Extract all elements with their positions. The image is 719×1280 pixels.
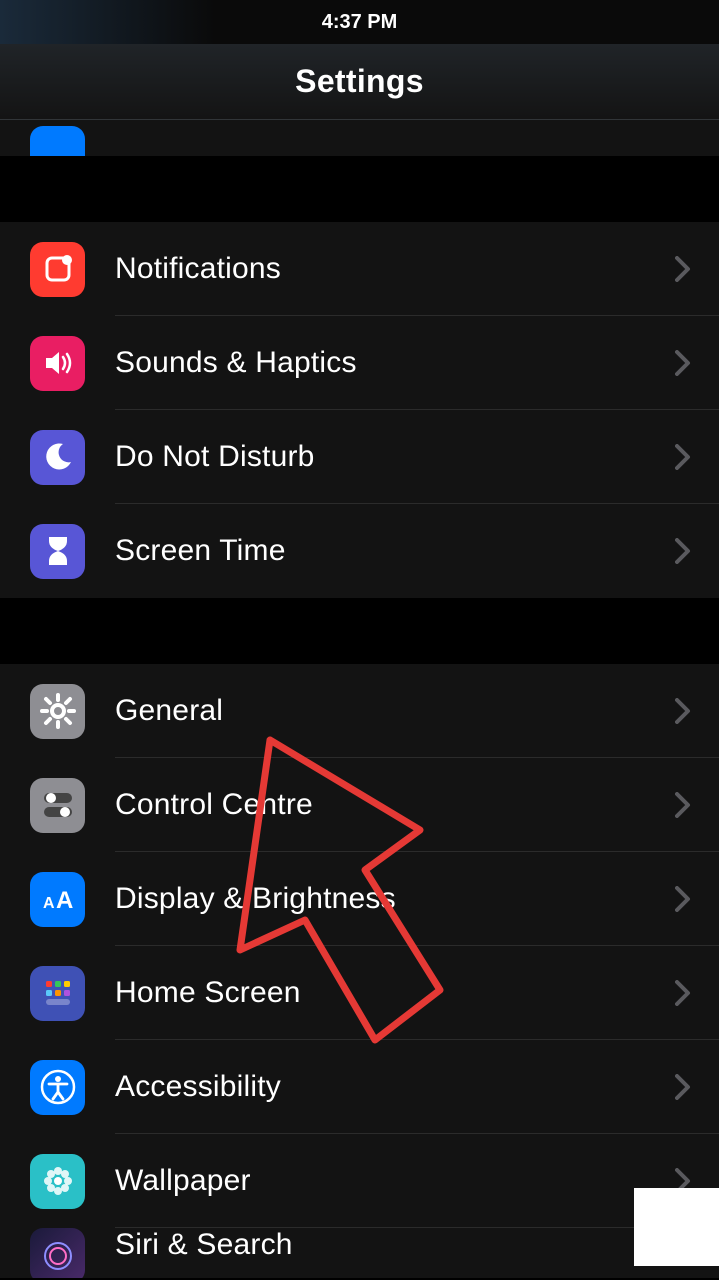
- settings-row-screen-time[interactable]: Screen Time: [0, 504, 719, 598]
- siri-icon: [30, 1228, 85, 1278]
- section-gap: [0, 156, 719, 222]
- chevron-right-icon: [675, 886, 691, 912]
- settings-row-partial-prev[interactable]: [0, 120, 719, 156]
- settings-row-siri-search[interactable]: Siri & Search: [0, 1228, 719, 1278]
- settings-row-accessibility[interactable]: Accessibility: [0, 1040, 719, 1134]
- text-size-icon: AA: [30, 872, 85, 927]
- accessibility-icon: [30, 1060, 85, 1115]
- app-icon: [30, 126, 85, 156]
- flower-icon: [30, 1154, 85, 1209]
- settings-row-do-not-disturb[interactable]: Do Not Disturb: [0, 410, 719, 504]
- settings-row-display-brightness[interactable]: AA Display & Brightness: [0, 852, 719, 946]
- notification-icon: [30, 242, 85, 297]
- settings-section: General Control Centre AA Display & Brig…: [0, 664, 719, 1278]
- nav-header: Settings: [0, 44, 719, 120]
- settings-row-wallpaper[interactable]: Wallpaper: [0, 1134, 719, 1228]
- row-label: Do Not Disturb: [115, 440, 675, 474]
- overlay-box: [634, 1188, 719, 1266]
- toggles-icon: [30, 778, 85, 833]
- row-label: Sounds & Haptics: [115, 346, 675, 380]
- speaker-icon: [30, 336, 85, 391]
- chevron-right-icon: [675, 792, 691, 818]
- status-time: 4:37 PM: [322, 11, 398, 34]
- settings-row-home-screen[interactable]: Home Screen: [0, 946, 719, 1040]
- page-title: Settings: [295, 63, 424, 100]
- chevron-right-icon: [675, 538, 691, 564]
- moon-icon: [30, 430, 85, 485]
- chevron-right-icon: [675, 256, 691, 282]
- row-label: Wallpaper: [115, 1164, 675, 1198]
- settings-list[interactable]: Notifications Sounds & Haptics Do Not Di…: [0, 120, 719, 1278]
- row-label: Accessibility: [115, 1070, 675, 1104]
- row-label: Siri & Search: [115, 1228, 675, 1262]
- chevron-right-icon: [675, 350, 691, 376]
- svg-text:A: A: [56, 887, 73, 914]
- gear-icon: [30, 684, 85, 739]
- row-label: Screen Time: [115, 534, 675, 568]
- status-bar: 4:37 PM: [0, 0, 719, 44]
- row-label: Display & Brightness: [115, 882, 675, 916]
- hourglass-icon: [30, 524, 85, 579]
- app-grid-icon: [30, 966, 85, 1021]
- settings-row-general[interactable]: General: [0, 664, 719, 758]
- svg-text:A: A: [43, 895, 55, 912]
- row-label: Control Centre: [115, 788, 675, 822]
- section-gap: [0, 598, 719, 664]
- settings-row-notifications[interactable]: Notifications: [0, 222, 719, 316]
- settings-row-sounds-haptics[interactable]: Sounds & Haptics: [0, 316, 719, 410]
- row-label: Home Screen: [115, 976, 675, 1010]
- chevron-right-icon: [675, 444, 691, 470]
- settings-row-control-centre[interactable]: Control Centre: [0, 758, 719, 852]
- row-label: General: [115, 694, 675, 728]
- row-label: Notifications: [115, 252, 675, 286]
- settings-section: Notifications Sounds & Haptics Do Not Di…: [0, 222, 719, 598]
- chevron-right-icon: [675, 1074, 691, 1100]
- chevron-right-icon: [675, 980, 691, 1006]
- chevron-right-icon: [675, 698, 691, 724]
